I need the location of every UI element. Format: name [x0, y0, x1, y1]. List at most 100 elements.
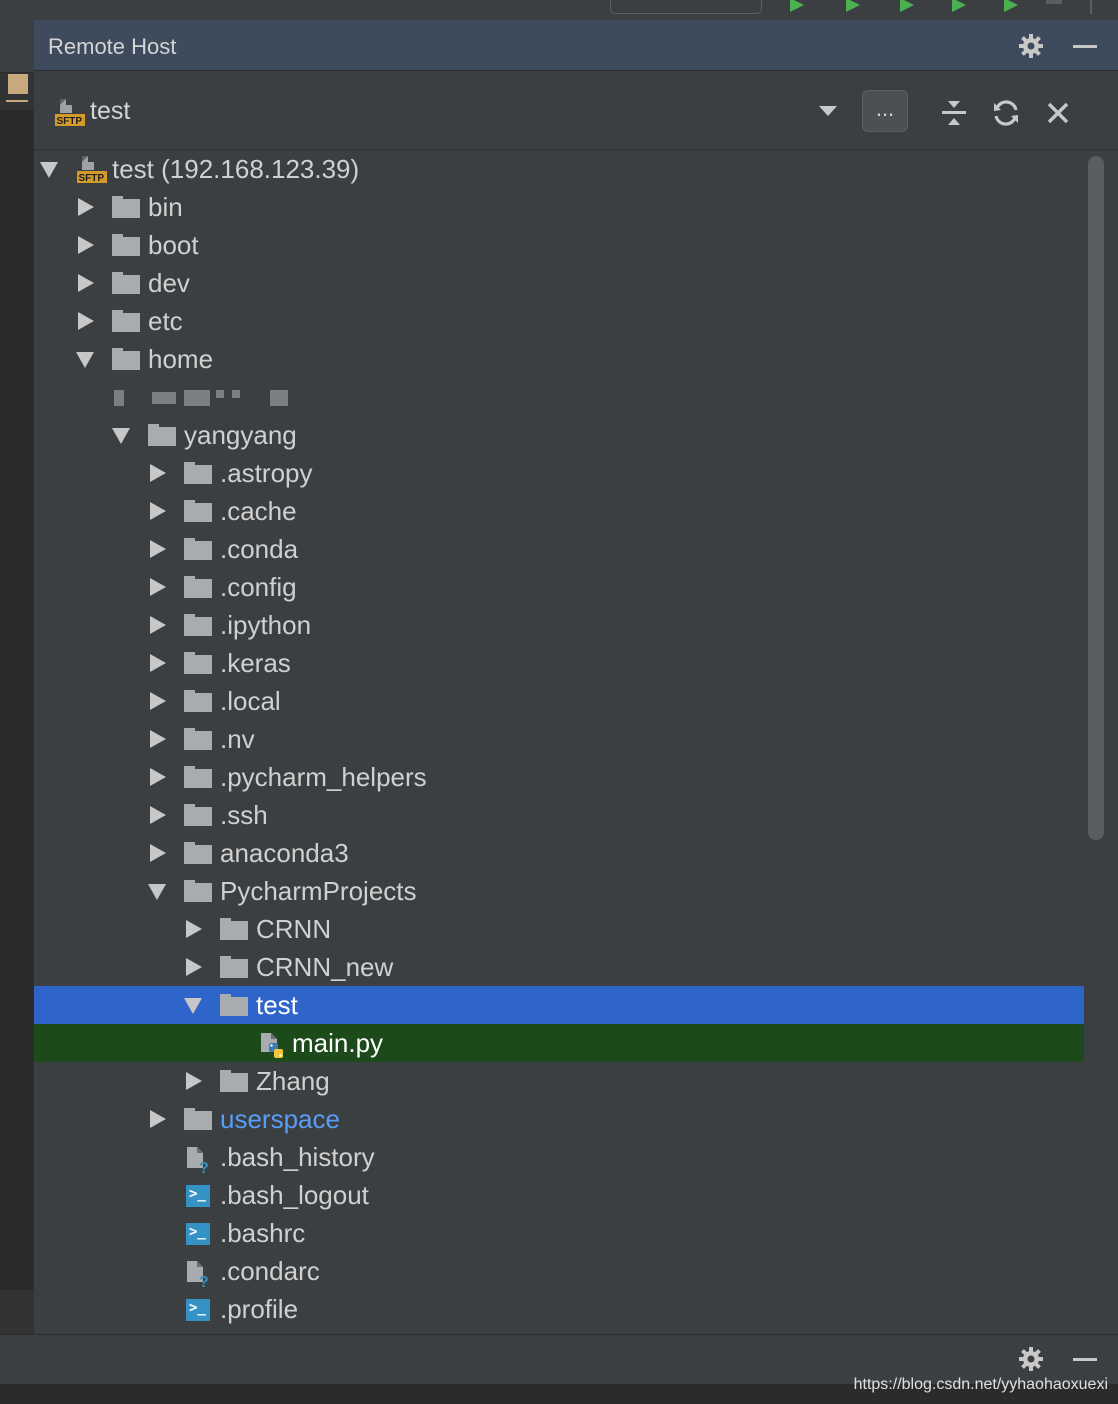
tree-node-pycharm-helpers[interactable]: .pycharm_helpers: [34, 758, 1084, 796]
folder-icon: [112, 272, 140, 294]
gear-icon[interactable]: [1016, 32, 1046, 60]
tree-node-crnn[interactable]: CRNN: [34, 910, 1084, 948]
collapse-arrow-icon[interactable]: [148, 884, 166, 900]
shell-script-icon: >_: [186, 1223, 210, 1245]
expand-arrow-icon[interactable]: [78, 312, 94, 330]
tree-node-local[interactable]: .local: [34, 682, 1084, 720]
tree-node-label: .condarc: [220, 1256, 320, 1286]
gutter-header: [0, 20, 34, 73]
dropdown-icon[interactable]: [818, 101, 838, 121]
expand-arrow-icon[interactable]: [150, 1110, 166, 1128]
debug-icon[interactable]: [846, 0, 860, 12]
coverage-icon[interactable]: [900, 0, 914, 12]
expand-arrow-icon[interactable]: [150, 464, 166, 482]
tree-node-condarc[interactable]: ? .condarc: [34, 1252, 1084, 1291]
tree-node-home[interactable]: home: [34, 340, 1084, 378]
tree-node-label: .astropy: [220, 458, 313, 488]
tree-node-nv[interactable]: .nv: [34, 720, 1084, 758]
expand-arrow-icon[interactable]: [186, 958, 202, 976]
ide-top-toolbar: [0, 0, 1118, 21]
left-gutter: [0, 20, 34, 1334]
tree-node-label: etc: [148, 306, 183, 336]
tree-node-bin[interactable]: bin: [34, 188, 1084, 226]
tree-node-cache[interactable]: .cache: [34, 492, 1084, 530]
svg-text:?: ?: [199, 1274, 209, 1288]
tree-node-config[interactable]: .config: [34, 568, 1084, 606]
tree-node-redacted[interactable]: [34, 378, 1084, 416]
expand-arrow-icon[interactable]: [186, 920, 202, 938]
unknown-file-icon: ?: [184, 1144, 210, 1177]
expand-arrow-icon[interactable]: [150, 806, 166, 824]
expand-arrow-icon[interactable]: [150, 768, 166, 786]
tree-node-label: .ipython: [220, 610, 312, 640]
tree-node-astropy[interactable]: .astropy: [34, 454, 1084, 492]
tree-node-yangyang[interactable]: yangyang: [34, 416, 1084, 454]
expand-arrow-icon[interactable]: [150, 654, 166, 672]
tree-node-conda[interactable]: .conda: [34, 530, 1084, 568]
tree-node-bashrc[interactable]: >_ .bashrc: [34, 1214, 1084, 1252]
tree-node-test-selected[interactable]: test: [34, 986, 1084, 1024]
expand-arrow-icon[interactable]: [150, 844, 166, 862]
tree-node-label: .conda: [220, 534, 299, 564]
tree-node-keras[interactable]: .keras: [34, 644, 1084, 682]
profile-icon[interactable]: [952, 0, 966, 12]
gutter-body: [0, 110, 34, 1290]
tree-root-label: test (192.168.123.39): [112, 154, 360, 184]
expand-arrow-icon[interactable]: [150, 540, 166, 558]
tree-node-boot[interactable]: boot: [34, 226, 1084, 264]
gear-icon[interactable]: [1016, 1345, 1046, 1373]
tree-node-ipython[interactable]: .ipython: [34, 606, 1084, 644]
run-config-selector[interactable]: [610, 0, 762, 14]
minimize-icon[interactable]: [1070, 1345, 1100, 1373]
tree-node-crnn-new[interactable]: CRNN_new: [34, 948, 1084, 986]
collapse-arrow-icon[interactable]: [112, 428, 130, 444]
tree-node-userspace[interactable]: userspace: [34, 1100, 1084, 1138]
tree-node-pycharmprojects[interactable]: PycharmProjects: [34, 872, 1084, 910]
expand-arrow-icon[interactable]: [150, 692, 166, 710]
tree-scrollbar[interactable]: [1088, 156, 1104, 840]
host-name[interactable]: test: [90, 97, 130, 126]
tree-node-main-py[interactable]: main.py: [34, 1024, 1084, 1062]
more-button[interactable]: ...: [862, 90, 908, 132]
expand-arrow-icon[interactable]: [40, 162, 58, 178]
expand-arrow-icon[interactable]: [150, 616, 166, 634]
redacted-block: [184, 390, 210, 406]
redacted-block: [270, 390, 288, 406]
tree-node-bash-logout[interactable]: >_ .bash_logout: [34, 1176, 1084, 1214]
minimize-icon[interactable]: [1070, 32, 1100, 60]
collapse-arrow-icon[interactable]: [76, 352, 94, 368]
tree-root[interactable]: SFTP test (192.168.123.39): [34, 150, 1084, 188]
close-icon[interactable]: [1042, 97, 1074, 129]
sftp-server-icon: SFTP: [52, 95, 86, 129]
folder-icon: [184, 728, 212, 750]
shell-script-icon: >_: [186, 1185, 210, 1207]
python-file-icon: [258, 1030, 284, 1058]
expand-arrow-icon[interactable]: [78, 274, 94, 292]
tree-node-label: .cache: [220, 496, 297, 526]
tree-node-bash-history[interactable]: ? .bash_history: [34, 1138, 1084, 1177]
sftp-server-icon: SFTP: [74, 152, 108, 186]
expand-arrow-icon[interactable]: [150, 502, 166, 520]
tree-node-anaconda3[interactable]: anaconda3: [34, 834, 1084, 872]
tree-node-ssh[interactable]: .ssh: [34, 796, 1084, 834]
concurrency-icon[interactable]: [1004, 0, 1018, 12]
watermark-text: https://blog.csdn.net/yyhaohaoxuexi: [853, 1376, 1108, 1393]
tree-node-label: Zhang: [256, 1066, 330, 1096]
stop-icon[interactable]: [1046, 0, 1062, 4]
collapse-arrow-icon[interactable]: [184, 998, 202, 1014]
expand-arrow-icon[interactable]: [150, 730, 166, 748]
expand-arrow-icon[interactable]: [186, 1072, 202, 1090]
tree-node-etc[interactable]: etc: [34, 302, 1084, 340]
folder-icon: [220, 1070, 248, 1092]
expand-arrow-icon[interactable]: [150, 578, 166, 596]
expand-arrow-icon[interactable]: [78, 236, 94, 254]
tree-node-zhang[interactable]: Zhang: [34, 1062, 1084, 1100]
tree-node-profile[interactable]: >_ .profile: [34, 1290, 1084, 1328]
run-icon[interactable]: [790, 0, 804, 12]
refresh-icon[interactable]: [990, 97, 1022, 129]
tree-node-label: .bashrc: [220, 1218, 306, 1248]
collapse-all-icon[interactable]: [938, 97, 970, 129]
expand-arrow-icon[interactable]: [78, 198, 94, 216]
tree-node-dev[interactable]: dev: [34, 264, 1084, 302]
folder-icon: [184, 842, 212, 864]
